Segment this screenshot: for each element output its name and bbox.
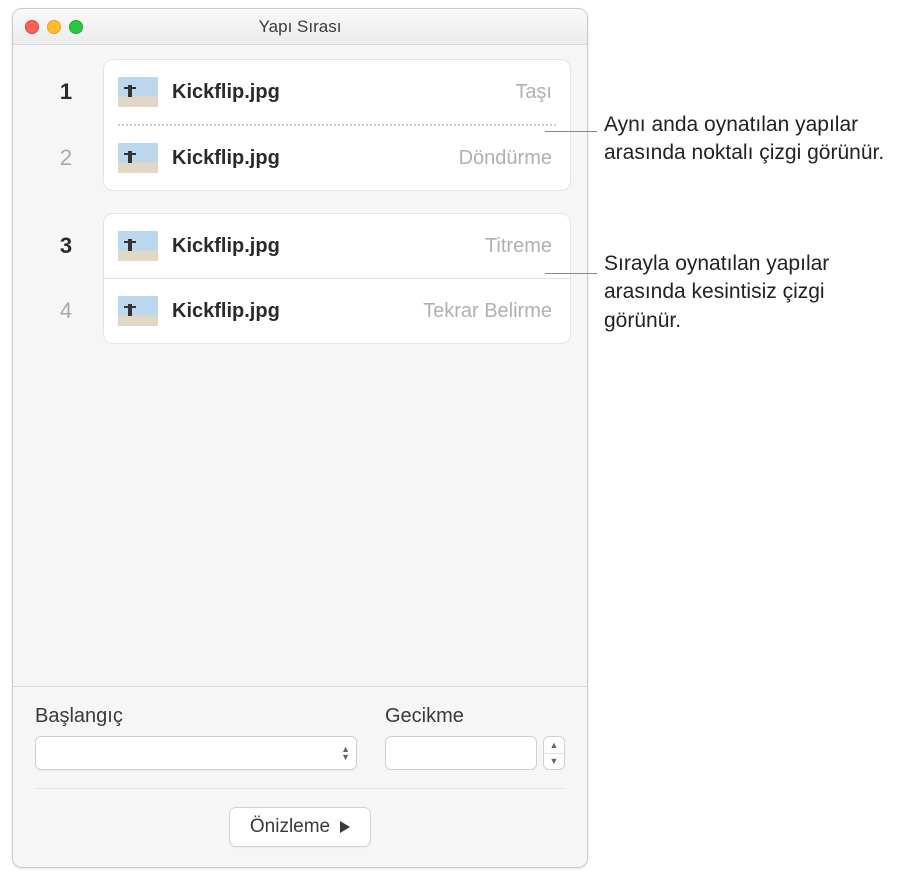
stepper-down-icon[interactable]: ▼ (544, 754, 564, 770)
build-effect: Tekrar Belirme (423, 300, 552, 323)
bottom-panel: Başlangıç ▲▼ Gecikme ▲ ▼ (13, 686, 587, 867)
delay-stepper: ▲ ▼ (543, 736, 565, 770)
build-effect: Titreme (485, 235, 552, 258)
build-number: 3 (46, 233, 86, 259)
thumbnail-icon (118, 231, 158, 261)
preview-label: Önizleme (250, 816, 330, 838)
build-filename: Kickflip.jpg (172, 81, 515, 104)
build-group: 1 Kickflip.jpg Taşı 2 Kickflip.jpg Döndü… (103, 59, 571, 191)
delay-label: Gecikme (385, 705, 565, 728)
play-icon (340, 821, 350, 833)
thumbnail-icon (118, 77, 158, 107)
preview-button[interactable]: Önizleme (229, 807, 371, 847)
callout-line (545, 131, 597, 132)
titlebar: Yapı Sırası (13, 9, 587, 45)
build-row[interactable]: 1 Kickflip.jpg Taşı (104, 60, 570, 124)
stepper-up-icon[interactable]: ▲ (544, 737, 564, 754)
start-select[interactable]: ▲▼ (35, 736, 357, 770)
callout-text: Aynı anda oynatılan yapılar arasında nok… (604, 111, 894, 168)
updown-icon: ▲▼ (341, 745, 350, 761)
build-filename: Kickflip.jpg (172, 147, 459, 170)
build-row[interactable]: 2 Kickflip.jpg Döndürme (104, 126, 570, 190)
thumbnail-icon (118, 143, 158, 173)
build-filename: Kickflip.jpg (172, 300, 423, 323)
build-order-window: Yapı Sırası 1 Kickflip.jpg Taşı 2 Kickfl… (12, 8, 588, 868)
divider (35, 788, 565, 789)
build-list: 1 Kickflip.jpg Taşı 2 Kickflip.jpg Döndü… (13, 45, 587, 686)
build-row[interactable]: 4 Kickflip.jpg Tekrar Belirme (104, 279, 570, 343)
callout-text: Sırayla oynatılan yapılar arasında kesin… (604, 250, 894, 335)
build-group: 3 Kickflip.jpg Titreme 4 Kickflip.jpg Te… (103, 213, 571, 344)
build-filename: Kickflip.jpg (172, 235, 485, 258)
build-effect: Taşı (515, 81, 552, 104)
window-title: Yapı Sırası (13, 17, 587, 37)
build-number: 4 (46, 298, 86, 324)
build-row[interactable]: 3 Kickflip.jpg Titreme (104, 214, 570, 278)
build-number: 2 (46, 145, 86, 171)
callout-line (545, 273, 597, 274)
delay-input[interactable] (385, 736, 537, 770)
thumbnail-icon (118, 296, 158, 326)
start-label: Başlangıç (35, 705, 357, 728)
build-number: 1 (46, 79, 86, 105)
build-effect: Döndürme (459, 147, 552, 170)
